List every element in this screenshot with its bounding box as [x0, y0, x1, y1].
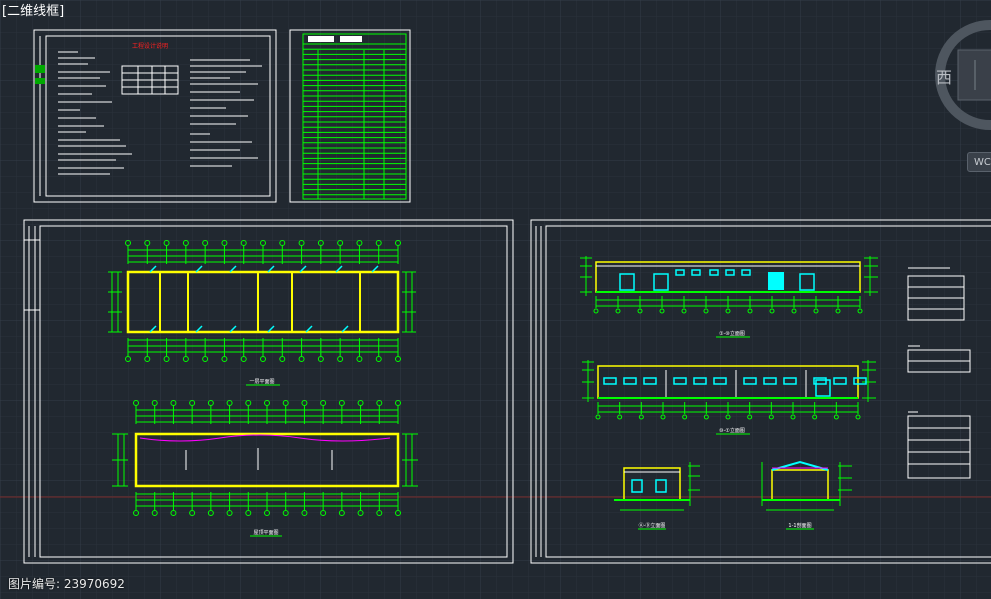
viewport-controls-label[interactable]: [二维线框]: [0, 4, 66, 20]
wcs-menu-button[interactable]: WCS: [967, 152, 991, 172]
section-label: 1-1剖面图: [788, 522, 811, 529]
elevation-label-3: Ⓐ-Ⓓ立面图: [639, 522, 666, 529]
viewcube-west-label[interactable]: 西: [936, 64, 952, 88]
image-id-watermark: 图片编号: 23970692: [8, 577, 125, 591]
cad-drawing-canvas[interactable]: 工程设计说明 一层平面图 屋顶平面图 ①-⑩立面图 ⑩-①立面图 Ⓐ-Ⓓ立面图 …: [0, 0, 991, 599]
notes-sheet-title: 工程设计说明: [132, 42, 168, 50]
plan-label-2: 屋顶平面图: [253, 530, 278, 536]
plan-label-1: 一层平面图: [249, 379, 274, 385]
elevation-label-2: ⑩-①立面图: [719, 427, 745, 434]
elevation-label-1: ①-⑩立面图: [719, 330, 745, 337]
